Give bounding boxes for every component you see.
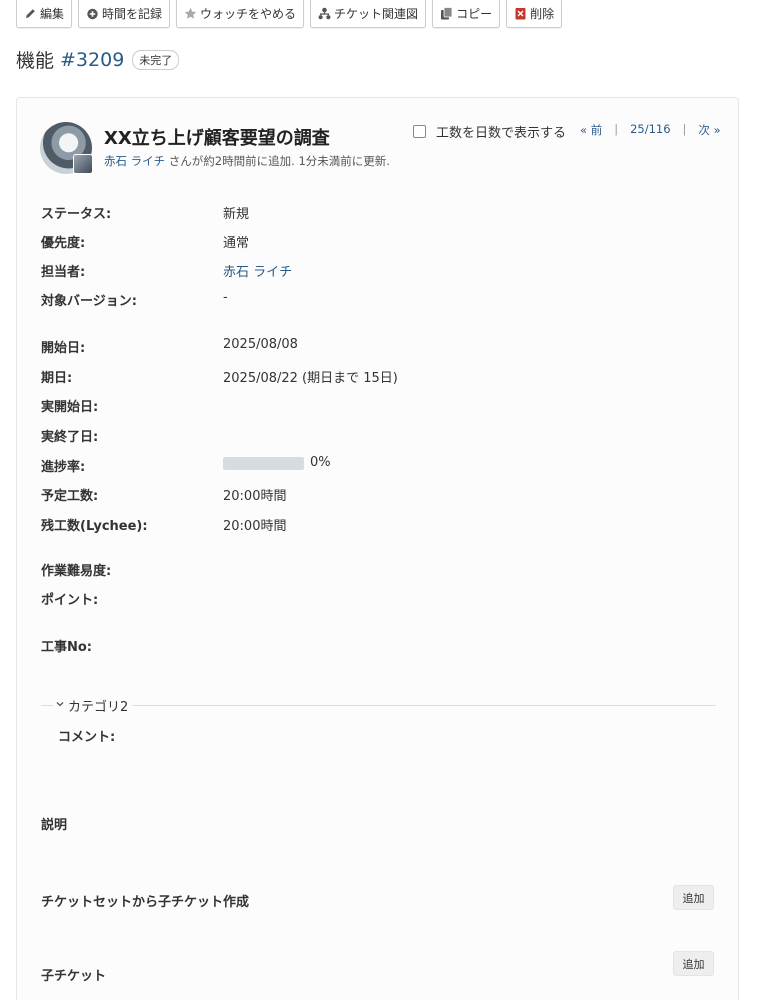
category-toggle[interactable]: カテゴリ2: [53, 696, 133, 715]
remaining-hours-label: 残工数(Lychee):: [41, 519, 148, 534]
priority-label: 優先度:: [41, 236, 86, 251]
sitemap-icon: [318, 7, 331, 20]
author-link[interactable]: 赤石 ライチ: [104, 154, 165, 168]
construction-no-label: 工事No:: [41, 640, 93, 655]
issue-heading: 機能 #3209 未完了: [16, 46, 180, 73]
issue-panel: XX立ち上げ顧客要望の調査 赤石 ライチ さんが約2時間前に追加. 1分未満前に…: [16, 97, 739, 1000]
status-badge: 未完了: [132, 49, 180, 70]
assignee-label: 担当者:: [41, 265, 86, 280]
progress-label: 進捗率:: [41, 460, 86, 475]
due-date-value: 2025/08/22 (期日まで 15日): [223, 371, 398, 386]
progress-bar: [223, 457, 304, 470]
relation-graph-button[interactable]: チケット関連図: [310, 0, 427, 28]
assignee-avatar: [73, 154, 93, 174]
author-line-suffix: さんが約2時間前に追加. 1分未満前に更新.: [165, 154, 390, 168]
version-label: 対象バージョン:: [41, 294, 137, 309]
pager-separator: |: [682, 122, 687, 136]
description-heading: 説明: [41, 818, 68, 833]
status-label: ステータス:: [41, 207, 112, 222]
edit-button-label: 編集: [40, 6, 65, 21]
category-title: カテゴリ2: [68, 700, 129, 715]
issue-tracker: 機能: [16, 50, 55, 72]
version-value: -: [223, 290, 228, 305]
add-from-set-button[interactable]: 追加: [673, 885, 714, 910]
unwatch-button-label: ウォッチをやめる: [200, 6, 297, 21]
actual-start-label: 実開始日:: [41, 400, 99, 415]
comment-label: コメント:: [58, 730, 116, 745]
toolbar: 編集 時間を記録 ウォッチをやめる チケット関連図 コピー 削除: [16, 0, 563, 28]
log-time-button-label: 時間を記録: [102, 6, 163, 21]
pager-separator: |: [614, 122, 619, 136]
subtasks-heading: 子チケット: [41, 969, 107, 984]
create-from-set-heading: チケットセットから子チケット作成: [41, 895, 250, 910]
delete-button[interactable]: 削除: [506, 0, 563, 28]
estimated-hours-value: 20:00時間: [223, 489, 287, 504]
clock-add-icon: [86, 7, 99, 20]
difficulty-label: 作業難易度:: [41, 564, 112, 579]
copy-icon: [440, 6, 453, 20]
days-toggle[interactable]: 工数を日数で表示する: [413, 122, 566, 141]
actual-end-label: 実終了日:: [41, 430, 99, 445]
star-icon: [184, 7, 197, 20]
copy-button[interactable]: コピー: [432, 0, 501, 28]
copy-button-label: コピー: [456, 6, 493, 21]
days-toggle-label: 工数を日数で表示する: [436, 126, 567, 141]
due-date-label: 期日:: [41, 371, 73, 386]
start-date-label: 開始日:: [41, 341, 86, 356]
next-link[interactable]: 次 »: [698, 122, 720, 138]
pager-position: 25/116: [630, 122, 671, 136]
trash-icon: [514, 7, 527, 20]
edit-button[interactable]: 編集: [16, 0, 73, 28]
author-line: 赤石 ライチ さんが約2時間前に追加. 1分未満前に更新.: [104, 153, 390, 169]
priority-value: 通常: [223, 236, 250, 251]
category-divider: [41, 705, 716, 706]
pencil-icon: [24, 7, 37, 20]
issue-pager: « 前 | 25/116 | 次 »: [580, 122, 721, 138]
status-value: 新規: [223, 207, 250, 222]
log-time-button[interactable]: 時間を記録: [78, 0, 171, 28]
progress-percent: 0%: [310, 455, 331, 470]
points-label: ポイント:: [41, 593, 99, 608]
chevron-down-icon: [55, 698, 65, 713]
assignee-link[interactable]: 赤石 ライチ: [223, 261, 292, 280]
unwatch-button[interactable]: ウォッチをやめる: [176, 0, 305, 28]
remaining-hours-value: 20:00時間: [223, 519, 287, 534]
days-checkbox[interactable]: [413, 125, 426, 138]
issue-number: #3209: [60, 48, 125, 71]
estimated-hours-label: 予定工数:: [41, 489, 99, 504]
relation-graph-button-label: チケット関連図: [334, 6, 419, 21]
add-subtask-button[interactable]: 追加: [673, 951, 714, 976]
prev-link[interactable]: « 前: [580, 122, 602, 138]
delete-button-label: 削除: [530, 6, 555, 21]
issue-subject: XX立ち上げ顧客要望の調査: [104, 128, 330, 149]
start-date-value: 2025/08/08: [223, 337, 298, 352]
